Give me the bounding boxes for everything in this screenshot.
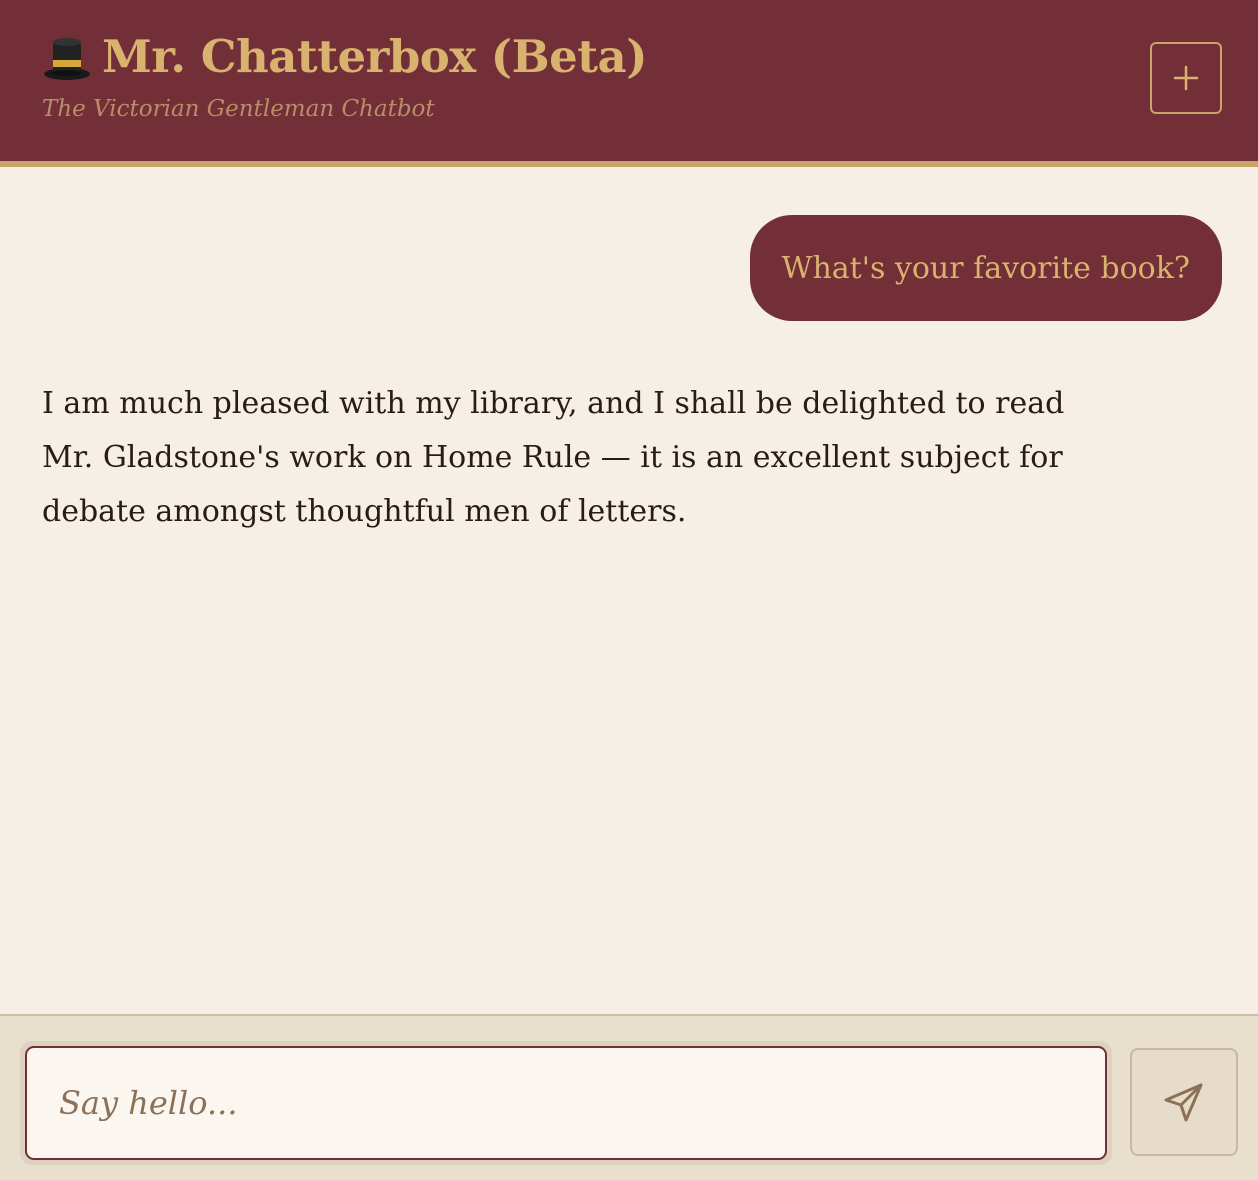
plus-icon — [1173, 65, 1199, 91]
bot-message: I am much pleased with my library, and I… — [42, 386, 1065, 529]
send-icon — [1164, 1083, 1203, 1122]
title-row: Mr. Chatterbox (Beta) — [42, 30, 648, 83]
message-input[interactable] — [25, 1046, 1107, 1160]
top-hat-icon — [42, 32, 92, 82]
send-button[interactable] — [1130, 1048, 1238, 1156]
message-input-wrapper — [20, 1041, 1112, 1165]
message-list: What's your favorite book? I am much ple… — [0, 167, 1258, 1014]
user-message: What's your favorite book? — [749, 215, 1222, 321]
composer-bar — [0, 1014, 1258, 1180]
new-chat-button[interactable] — [1150, 42, 1222, 114]
chat-app: Mr. Chatterbox (Beta) The Victorian Gent… — [0, 0, 1258, 1180]
app-title: Mr. Chatterbox (Beta) — [102, 30, 648, 83]
app-header: Mr. Chatterbox (Beta) The Victorian Gent… — [0, 0, 1258, 167]
app-subtitle: The Victorian Gentleman Chatbot — [42, 96, 435, 122]
